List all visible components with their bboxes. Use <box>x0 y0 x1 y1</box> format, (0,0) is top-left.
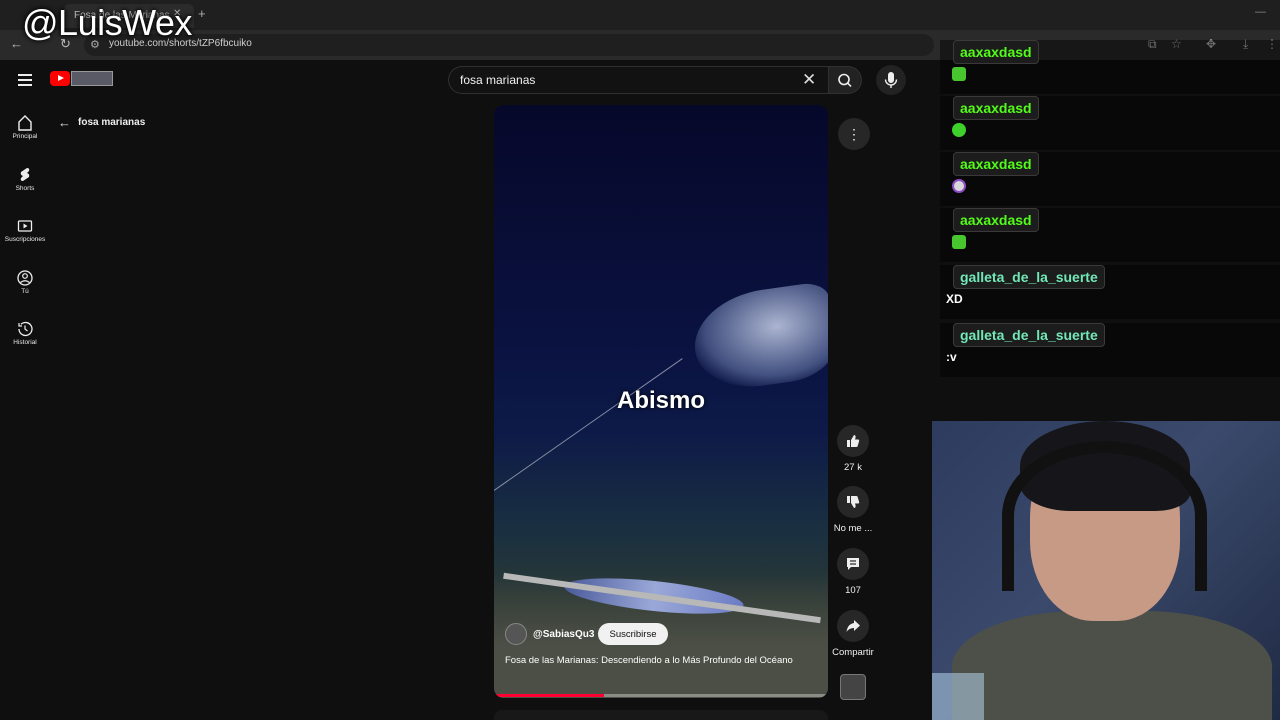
comments-count: 107 <box>845 585 861 596</box>
dislike-icon <box>847 496 860 508</box>
chat-message: galleta_de_la_suerte XD <box>940 265 1280 319</box>
you-icon <box>17 270 33 286</box>
green-round-emote-icon <box>952 123 966 137</box>
video-frame-creature <box>688 280 828 395</box>
green-emote-icon <box>952 235 966 249</box>
like-button[interactable]: 27 k <box>830 425 876 473</box>
sidebar-item-home[interactable]: Principal <box>0 114 50 140</box>
sidebar-item-label: Historial <box>13 339 37 346</box>
sidebar-item-label: Principal <box>12 133 38 140</box>
sidebar-item-label: Shorts <box>15 185 35 192</box>
hamburger-menu-icon[interactable] <box>18 74 32 89</box>
video-progress-fill <box>494 694 605 697</box>
search-input[interactable] <box>460 73 760 87</box>
chat-message: aaxaxdasd <box>940 40 1280 94</box>
minimize-window-icon[interactable]: — <box>1255 6 1266 18</box>
sidebar-item-shorts[interactable]: Shorts <box>0 166 50 192</box>
sidebar-item-subscriptions[interactable]: Suscripciones <box>0 217 50 243</box>
headphones-icon <box>1002 441 1207 591</box>
header-thumbnail <box>71 71 113 86</box>
clear-search-icon[interactable]: ✕ <box>802 70 816 90</box>
search-button[interactable] <box>828 66 862 94</box>
chat-text: :v <box>946 350 957 364</box>
chat-username: aaxaxdasd <box>953 96 1039 120</box>
stream-chat-overlay: aaxaxdasd aaxaxdasd aaxaxdasd aaxaxdasd … <box>940 40 1280 378</box>
share-button[interactable]: Compartir <box>830 610 876 658</box>
streamer-webcam <box>932 421 1280 720</box>
subscribe-button[interactable]: Suscribirse <box>598 623 668 645</box>
channel-name[interactable]: @SabiasQu3 <box>533 629 594 640</box>
audio-source-thumbnail[interactable] <box>840 674 866 700</box>
channel-avatar[interactable] <box>505 623 527 645</box>
back-arrow-icon[interactable]: ← <box>58 115 71 130</box>
video-frame-line <box>494 358 683 491</box>
chat-message: aaxaxdasd <box>940 208 1280 262</box>
chat-username: galleta_de_la_suerte <box>953 265 1105 289</box>
video-progress-bar[interactable] <box>494 694 828 697</box>
next-short-preview[interactable] <box>494 710 828 720</box>
sidebar-item-you[interactable]: Tú <box>0 269 50 295</box>
sidebar-item-history[interactable]: Historial <box>0 320 50 346</box>
home-icon <box>18 115 32 131</box>
back-search-link[interactable]: fosa marianas <box>78 117 145 128</box>
chat-username: galleta_de_la_suerte <box>953 323 1105 347</box>
comments-icon <box>847 558 859 570</box>
video-caption: Abismo <box>616 387 705 414</box>
subscriptions-icon <box>17 220 33 232</box>
chat-username: aaxaxdasd <box>953 152 1039 176</box>
dislike-button[interactable]: No me ... <box>830 486 876 534</box>
streamer-watermark: @LuisWex <box>22 2 192 43</box>
sidebar-item-label: Suscripciones <box>4 236 46 243</box>
comments-button[interactable]: 107 <box>830 548 876 596</box>
chat-username: aaxaxdasd <box>953 208 1039 232</box>
webcam-glare <box>932 673 984 720</box>
share-label: Compartir <box>832 647 874 658</box>
chat-message: galleta_de_la_suerte :v <box>940 323 1280 377</box>
history-icon <box>18 321 33 337</box>
chat-message: aaxaxdasd <box>940 96 1280 150</box>
share-icon <box>846 620 860 632</box>
youtube-logo[interactable] <box>50 71 70 86</box>
chat-text: XD <box>946 292 963 306</box>
short-title[interactable]: Fosa de las Marianas: Descendiendo a lo … <box>505 654 805 667</box>
dislike-label: No me ... <box>833 523 873 534</box>
green-emote-icon <box>952 67 966 81</box>
like-icon <box>847 435 860 447</box>
more-vertical-icon: ⋮ <box>847 126 861 142</box>
sidebar-item-label: Tú <box>21 288 29 295</box>
more-options-button[interactable]: ⋮ <box>838 118 870 150</box>
search-icon <box>838 73 852 88</box>
microphone-icon <box>884 72 898 88</box>
voice-search-button[interactable] <box>876 65 906 95</box>
chat-message: aaxaxdasd <box>940 152 1280 206</box>
short-video-player[interactable]: Abismo @SabiasQu3 Suscribirse Fosa de la… <box>494 105 828 698</box>
chat-username: aaxaxdasd <box>953 40 1039 64</box>
like-count: 27 k <box>844 462 862 473</box>
new-tab-icon[interactable]: + <box>198 6 206 21</box>
shorts-icon <box>20 168 30 181</box>
face-emote-icon <box>952 179 966 193</box>
webcam-shirt <box>952 611 1272 720</box>
